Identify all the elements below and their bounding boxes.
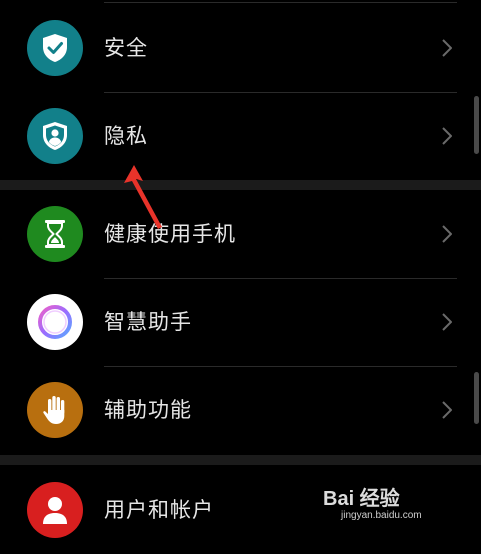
- settings-item-label: 安全: [104, 36, 148, 60]
- privacy-shield-person-icon: [27, 108, 83, 164]
- baidu-watermark: Bai 经验 jingyan.baidu.com: [323, 480, 453, 528]
- chevron-right-icon: [437, 278, 457, 366]
- hand-icon: [27, 382, 83, 438]
- top-divider: [104, 2, 457, 3]
- settings-item-smart-assistant[interactable]: 智慧助手: [0, 278, 481, 366]
- watermark-logo-text: Bai 经验: [323, 488, 400, 510]
- chevron-right-icon: [437, 190, 457, 278]
- scrollbar[interactable]: [474, 372, 479, 424]
- user-icon: [27, 482, 83, 538]
- section-separator: [0, 455, 481, 465]
- settings-item-privacy[interactable]: 隐私: [0, 92, 481, 180]
- chevron-right-icon: [437, 92, 457, 180]
- assistant-ring-icon: [27, 294, 83, 350]
- section-separator: [0, 180, 481, 190]
- chevron-right-icon: [437, 366, 457, 454]
- settings-item-label: 用户和帐户: [104, 498, 214, 522]
- hourglass-icon: [27, 206, 83, 262]
- settings-item-label: 智慧助手: [104, 310, 192, 334]
- settings-item-accessibility[interactable]: 辅助功能: [0, 366, 481, 454]
- annotation-arrow: [120, 155, 170, 239]
- settings-item-label: 辅助功能: [104, 398, 192, 422]
- settings-item-digital-balance[interactable]: 健康使用手机: [0, 190, 481, 278]
- shield-check-icon: [27, 20, 83, 76]
- chevron-right-icon: [437, 4, 457, 92]
- watermark-url: jingyan.baidu.com: [341, 510, 422, 521]
- settings-item-security[interactable]: 安全: [0, 4, 481, 92]
- scrollbar[interactable]: [474, 96, 479, 154]
